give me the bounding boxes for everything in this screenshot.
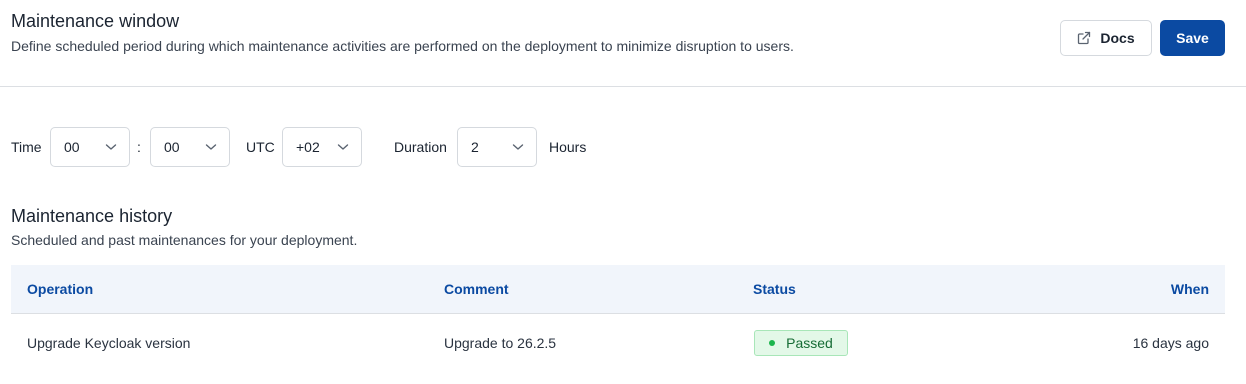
column-header-comment[interactable]: Comment bbox=[444, 265, 509, 314]
docs-button[interactable]: Docs bbox=[1060, 20, 1152, 56]
when-cell: 16 days ago bbox=[1132, 335, 1209, 351]
page-subtitle: Define scheduled period during which mai… bbox=[11, 38, 794, 54]
column-header-when[interactable]: When bbox=[1171, 265, 1209, 314]
page-title: Maintenance window bbox=[11, 11, 180, 31]
history-subtitle: Scheduled and past maintenances for your… bbox=[11, 232, 358, 248]
hour-select[interactable]: 00 bbox=[50, 127, 130, 167]
maintenance-schedule-row: Time 00 : 00 UTC +02 Duration 2 Hours bbox=[0, 127, 700, 167]
minute-select[interactable]: 00 bbox=[150, 127, 230, 167]
table-row: Upgrade Keycloak version Upgrade to 26.2… bbox=[11, 314, 1225, 372]
chevron-down-icon bbox=[512, 144, 524, 150]
save-button[interactable]: Save bbox=[1160, 20, 1225, 56]
maintenance-history-table: Operation Comment Status When Upgrade Ke… bbox=[11, 265, 1225, 372]
comment-cell: Upgrade to 26.2.5 bbox=[444, 335, 557, 351]
hour-value: 00 bbox=[64, 139, 80, 155]
column-header-operation[interactable]: Operation bbox=[27, 265, 93, 314]
minute-value: 00 bbox=[164, 139, 180, 155]
duration-select[interactable]: 2 bbox=[457, 127, 537, 167]
duration-label: Duration bbox=[394, 139, 447, 155]
status-dot-icon bbox=[769, 340, 776, 346]
time-label: Time bbox=[11, 139, 42, 155]
utc-offset-select[interactable]: +02 bbox=[282, 127, 362, 167]
table-header: Operation Comment Status When bbox=[11, 265, 1225, 314]
chevron-down-icon bbox=[337, 144, 349, 150]
hours-label: Hours bbox=[549, 139, 587, 155]
utc-offset-value: +02 bbox=[296, 139, 320, 155]
time-separator: : bbox=[137, 139, 141, 155]
docs-button-label: Docs bbox=[1100, 30, 1135, 46]
utc-label: UTC bbox=[246, 139, 275, 155]
history-title: Maintenance history bbox=[11, 206, 173, 226]
external-link-icon bbox=[1078, 31, 1091, 45]
operation-cell: Upgrade Keycloak version bbox=[27, 335, 191, 351]
column-header-status[interactable]: Status bbox=[753, 265, 796, 314]
status-badge: Passed bbox=[754, 330, 848, 356]
page-header: Maintenance window Define scheduled peri… bbox=[0, 0, 1246, 87]
chevron-down-icon bbox=[105, 144, 117, 150]
chevron-down-icon bbox=[205, 144, 217, 150]
duration-value: 2 bbox=[471, 139, 479, 155]
status-label: Passed bbox=[786, 335, 833, 351]
